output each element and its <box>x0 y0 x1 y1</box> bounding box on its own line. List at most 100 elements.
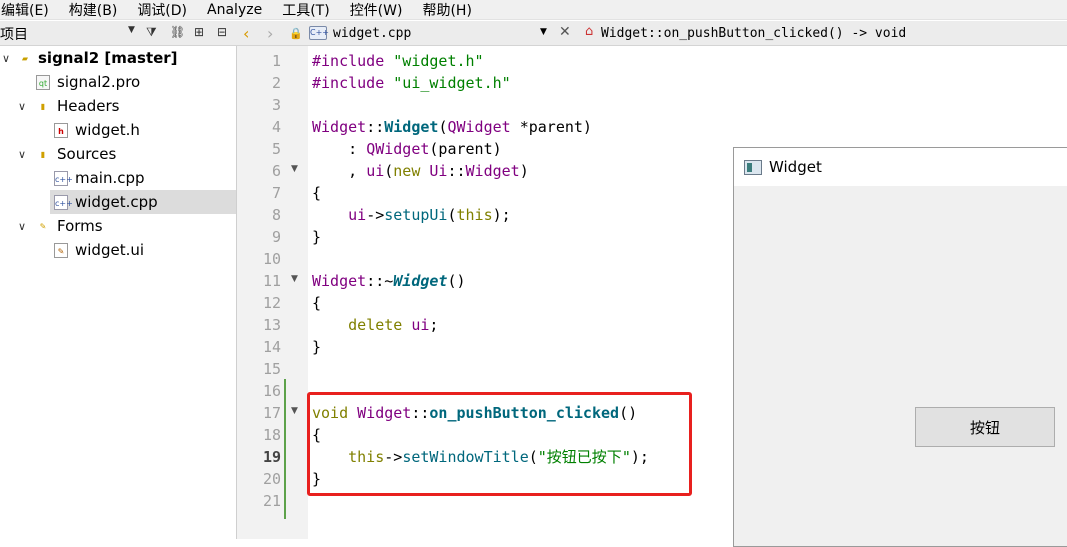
tree-label: widget.cpp <box>75 193 158 211</box>
tree-item-sources[interactable]: ∨ ▮ Sources <box>0 142 236 166</box>
line-number: 8 <box>271 206 281 224</box>
line-number: 14 <box>262 338 281 356</box>
modified-lines-marker <box>284 379 286 519</box>
function-icon: ⌂ <box>585 24 594 39</box>
tree-label: signal2 [master] <box>38 49 178 67</box>
menu-tools[interactable]: 工具(T) <box>274 0 337 20</box>
file-dropdown-icon[interactable]: ▼ <box>540 27 547 37</box>
line-number: 19 <box>262 448 281 466</box>
tree-label: signal2.pro <box>57 73 141 91</box>
expand-arrow-icon[interactable]: ∨ <box>18 148 26 161</box>
line-number: 11 <box>262 272 281 290</box>
line-number: 2 <box>271 74 281 92</box>
line-number: 21 <box>262 492 281 510</box>
tree-label: main.cpp <box>75 169 145 187</box>
project-panel-title: 项目 <box>0 26 28 43</box>
project-folder-icon: ▰ <box>21 53 29 63</box>
forward-icon[interactable]: › <box>267 24 273 43</box>
tree-item-forms[interactable]: ∨ ✎ Forms <box>0 214 236 238</box>
widget-app-window: Widget 按钮 <box>733 147 1067 547</box>
line-number: 3 <box>271 96 281 114</box>
tree-item-headers[interactable]: ∨ ▮ Headers <box>0 94 236 118</box>
headers-folder-icon: ▮ <box>40 101 46 111</box>
close-panel-icon[interactable]: ⊟ <box>217 25 227 39</box>
expand-arrow-icon[interactable]: ∨ <box>18 220 26 233</box>
code-line-1: #include "widget.h" <box>312 52 484 70</box>
tree-label: Sources <box>57 145 117 163</box>
cpp-file-icon: c++ <box>54 194 73 210</box>
project-panel-header: 项目 ▼ ⧩ ⛓ ⊞ ⊟ <box>0 21 237 46</box>
ui-file-icon: ✎ <box>54 242 68 258</box>
pro-file-icon: qt <box>36 74 50 90</box>
expand-arrow-icon[interactable]: ∨ <box>2 52 10 65</box>
code-line-4: Widget::Widget(QWidget *parent) <box>312 118 592 136</box>
project-tree: ∨ ▰ signal2 [master] qt signal2.pro ∨ ▮ … <box>0 46 237 539</box>
menu-debug[interactable]: 调试(D) <box>129 0 195 20</box>
code-line-9: } <box>312 228 322 246</box>
panel-dropdown-icon[interactable]: ▼ <box>128 25 135 35</box>
toolbar: 项目 ▼ ⧩ ⛓ ⊞ ⊟ ‹ › 🔒 C++ widget.cpp ▼ ✕ ⌂ … <box>0 21 1067 46</box>
current-file-name[interactable]: widget.cpp <box>333 26 411 41</box>
code-line-6: , ui(new Ui::Widget) <box>312 162 529 180</box>
tree-item-widget-h[interactable]: h widget.h <box>0 118 236 142</box>
menu-build[interactable]: 构建(B) <box>61 0 126 20</box>
line-number: 13 <box>262 316 281 334</box>
menu-edit[interactable]: 编辑(E) <box>0 0 57 20</box>
sources-folder-icon: ▮ <box>40 149 46 159</box>
tree-item-main-cpp[interactable]: c++ main.cpp <box>0 166 236 190</box>
line-number: 20 <box>262 470 281 488</box>
line-number: 4 <box>271 118 281 136</box>
line-number: 1 <box>271 52 281 70</box>
line-number: 7 <box>271 184 281 202</box>
forms-folder-icon: ✎ <box>39 221 47 231</box>
line-number: 17 <box>262 404 281 422</box>
back-icon[interactable]: ‹ <box>243 24 249 43</box>
code-line-8: ui->setupUi(this); <box>348 206 511 224</box>
highlight-annotation-box <box>307 392 692 496</box>
fold-marker-icon[interactable]: ▼ <box>291 406 298 416</box>
link-icon[interactable]: ⛓ <box>170 25 185 39</box>
line-number: 18 <box>262 426 281 444</box>
code-line-5: : QWidget(parent) <box>312 140 502 158</box>
fold-marker-icon[interactable]: ▼ <box>291 164 298 174</box>
line-number: 15 <box>262 360 281 378</box>
line-number: 12 <box>262 294 281 312</box>
menu-analyze[interactable]: Analyze <box>199 2 270 18</box>
expand-arrow-icon[interactable]: ∨ <box>18 100 26 113</box>
cpp-file-icon: c++ <box>54 170 73 186</box>
tree-item-widget-cpp[interactable]: c++ widget.cpp <box>50 190 236 214</box>
close-file-icon[interactable]: ✕ <box>559 24 571 40</box>
split-icon[interactable]: ⊞ <box>194 25 204 39</box>
editor-toolbar: ‹ › 🔒 C++ widget.cpp ▼ ✕ ⌂ Widget::on_pu… <box>237 21 1067 46</box>
code-line-11: Widget::~Widget() <box>312 272 466 290</box>
push-button[interactable]: 按钮 <box>915 407 1055 447</box>
line-number: 10 <box>262 250 281 268</box>
function-signature[interactable]: Widget::on_pushButton_clicked() -> void <box>601 26 906 41</box>
menu-widgets[interactable]: 控件(W) <box>342 0 411 20</box>
tree-item-project[interactable]: ∨ ▰ signal2 [master] <box>0 46 236 70</box>
lock-icon: 🔒 <box>289 27 303 40</box>
code-line-12: { <box>312 294 322 312</box>
line-number: 16 <box>262 382 281 400</box>
filter-icon[interactable]: ⧩ <box>146 25 157 40</box>
line-number: 6 <box>271 162 281 180</box>
cpp-file-icon: C++ <box>309 26 329 40</box>
window-app-icon <box>744 160 762 175</box>
window-titlebar[interactable]: Widget <box>734 148 1067 186</box>
code-line-7: { <box>312 184 322 202</box>
menu-bar: 编辑(E) 构建(B) 调试(D) Analyze 工具(T) 控件(W) 帮助… <box>0 0 1067 20</box>
tree-label: Forms <box>57 217 103 235</box>
code-line-14: } <box>312 338 322 356</box>
tree-label: widget.ui <box>75 241 145 259</box>
line-number: 5 <box>271 140 281 158</box>
tree-label: Headers <box>57 97 120 115</box>
tree-item-widget-ui[interactable]: ✎ widget.ui <box>0 238 236 262</box>
tree-label: widget.h <box>75 121 140 139</box>
line-number: 9 <box>271 228 281 246</box>
tree-item-pro-file[interactable]: qt signal2.pro <box>0 70 236 94</box>
fold-marker-icon[interactable]: ▼ <box>291 274 298 284</box>
menu-help[interactable]: 帮助(H) <box>414 0 479 20</box>
window-title: Widget <box>769 158 822 176</box>
code-line-2: #include "ui_widget.h" <box>312 74 511 92</box>
header-file-icon: h <box>54 122 68 138</box>
